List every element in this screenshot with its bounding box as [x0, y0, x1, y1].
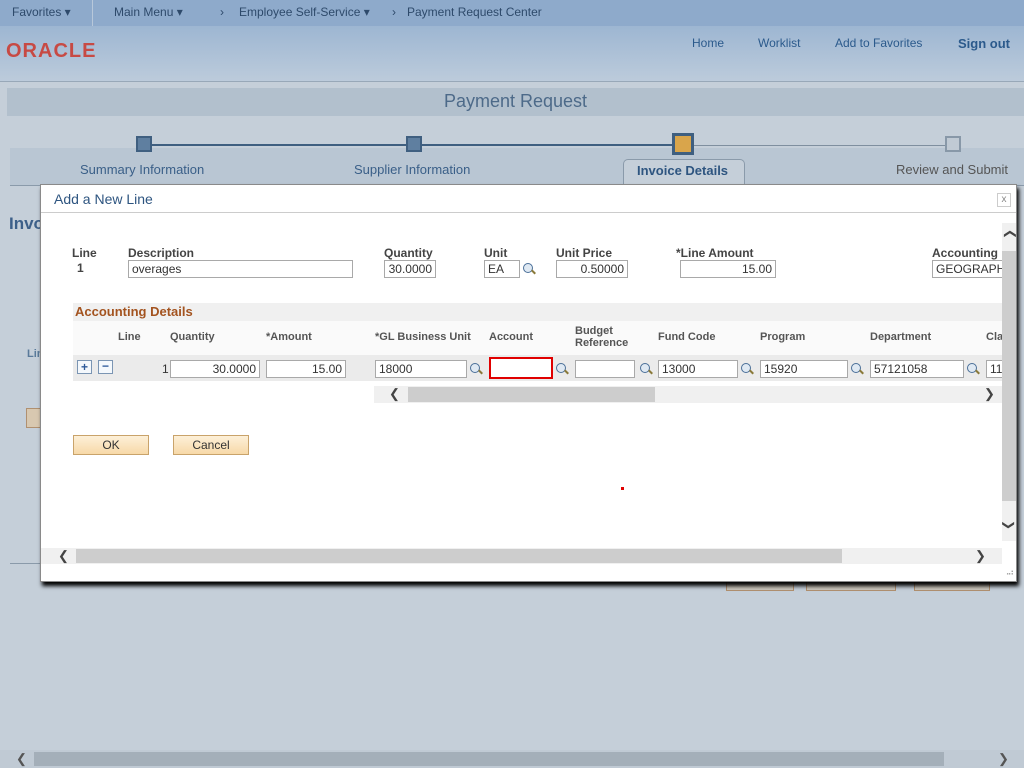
- col-line: Line: [118, 331, 141, 343]
- add-new-line-dialog: Add a New Line x Line 1 Description over…: [40, 184, 1017, 582]
- unit-lookup-icon[interactable]: [522, 262, 536, 276]
- col-budget: Budget: [575, 325, 613, 337]
- scroll-thumb[interactable]: [34, 752, 944, 766]
- unit-input[interactable]: EA: [484, 260, 520, 278]
- department-input[interactable]: 57121058: [870, 360, 964, 378]
- dialog-title: Add a New Line: [54, 191, 153, 207]
- bg-heading: Invo: [9, 214, 44, 233]
- breadcrumb-payment-center[interactable]: Payment Request Center: [407, 5, 542, 19]
- line-value: 1: [77, 261, 84, 275]
- dialog-titlebar[interactable]: Add a New Line x: [41, 185, 1016, 213]
- scroll-left-icon[interactable]: ❮: [16, 751, 27, 767]
- unit-price-label: Unit Price: [556, 246, 613, 260]
- quantity-input[interactable]: 30.0000: [384, 260, 436, 278]
- line-amount-input[interactable]: 15.00: [680, 260, 776, 278]
- fund-code-input[interactable]: 13000: [658, 360, 738, 378]
- delete-row-icon[interactable]: −: [98, 360, 113, 374]
- line-label: Line: [72, 246, 97, 260]
- main-menu[interactable]: Main Menu ▾: [114, 5, 183, 19]
- step-review[interactable]: Review and Submit: [896, 162, 1008, 177]
- gl-lookup-icon[interactable]: [469, 362, 483, 376]
- accounting-details-title: Accounting Details: [75, 304, 193, 319]
- scroll-thumb[interactable]: [76, 549, 842, 563]
- page-title: Payment Request: [7, 88, 1024, 116]
- ok-button[interactable]: OK: [73, 435, 149, 455]
- row-amount-input[interactable]: 15.00: [266, 360, 346, 378]
- breadcrumb-sep: ›: [220, 5, 224, 19]
- home-link[interactable]: Home: [692, 36, 724, 50]
- dialog-vscrollbar[interactable]: ❯ ❯: [1002, 223, 1016, 541]
- breadcrumb-ess[interactable]: Employee Self-Service ▾: [239, 5, 370, 19]
- col-budget-reference: Reference: [575, 337, 629, 349]
- col-program: Program: [760, 331, 806, 343]
- favorites-menu[interactable]: Favorites ▾: [12, 5, 71, 19]
- scroll-right-icon[interactable]: ❯: [984, 386, 995, 402]
- budget-lookup-icon[interactable]: [639, 362, 653, 376]
- program-lookup-icon[interactable]: [850, 362, 864, 376]
- step-review-marker[interactable]: [945, 136, 961, 152]
- scroll-thumb[interactable]: [1002, 251, 1016, 501]
- oracle-logo: ORACLE: [6, 40, 97, 62]
- breadcrumb-sep: ›: [392, 5, 396, 19]
- col-department: Department: [870, 331, 932, 343]
- budget-reference-input[interactable]: [575, 360, 635, 378]
- step-summary[interactable]: Summary Information: [80, 162, 204, 177]
- accounting-details-header: Accounting Details: [73, 303, 1003, 321]
- unit-price-input[interactable]: 0.50000: [556, 260, 628, 278]
- scroll-down-icon[interactable]: ❯: [1002, 520, 1016, 530]
- account-lookup-icon[interactable]: [555, 362, 569, 376]
- worklist-link[interactable]: Worklist: [758, 36, 800, 50]
- program-input[interactable]: 15920: [760, 360, 848, 378]
- col-quantity: Quantity: [170, 331, 215, 343]
- row-quantity-input[interactable]: 30.0000: [170, 360, 260, 378]
- scroll-thumb[interactable]: [408, 387, 655, 402]
- close-icon[interactable]: x: [997, 193, 1011, 207]
- col-account: Account: [489, 331, 533, 343]
- dialog-hscrollbar[interactable]: ❮ ❯: [41, 548, 1002, 564]
- row-line: 1: [162, 362, 169, 376]
- sign-out-link[interactable]: Sign out: [958, 36, 1010, 51]
- add-row-icon[interactable]: +: [77, 360, 92, 374]
- fund-lookup-icon[interactable]: [740, 362, 754, 376]
- step-supplier[interactable]: Supplier Information: [354, 162, 470, 177]
- step-supplier-marker[interactable]: [406, 136, 422, 152]
- step-summary-marker[interactable]: [136, 136, 152, 152]
- col-gl-business-unit: *GL Business Unit: [375, 331, 471, 343]
- top-nav: Favorites ▾ Main Menu ▾ › Employee Self-…: [0, 0, 1024, 26]
- quantity-label: Quantity: [384, 246, 433, 260]
- add-to-favorites-link[interactable]: Add to Favorites: [835, 36, 922, 50]
- account-input[interactable]: [489, 357, 553, 379]
- scroll-right-icon[interactable]: ❯: [998, 751, 1009, 767]
- grid-hscrollbar[interactable]: ❮ ❯: [374, 386, 1002, 403]
- col-class: Cla: [986, 331, 1004, 343]
- scroll-left-icon[interactable]: ❮: [58, 548, 69, 564]
- scroll-right-icon[interactable]: ❯: [975, 548, 986, 564]
- accounting-label: Accounting: [932, 246, 998, 260]
- scroll-left-icon[interactable]: ❮: [389, 386, 400, 402]
- department-lookup-icon[interactable]: [966, 362, 980, 376]
- line-amount-label: *Line Amount: [676, 246, 754, 260]
- page-hscrollbar[interactable]: ❮ ❯: [0, 750, 1024, 768]
- header: ORACLE Home Worklist Add to Favorites Si…: [0, 26, 1024, 82]
- scroll-up-icon[interactable]: ❯: [1002, 229, 1016, 239]
- step-invoice[interactable]: Invoice Details: [637, 163, 728, 178]
- col-amount: *Amount: [266, 331, 312, 343]
- col-fund-code: Fund Code: [658, 331, 716, 343]
- description-input[interactable]: overages: [128, 260, 353, 278]
- gl-business-unit-input[interactable]: 18000: [375, 360, 467, 378]
- description-label: Description: [128, 246, 195, 260]
- unit-label: Unit: [484, 246, 508, 260]
- resize-grip-icon[interactable]: ⠠⠴: [1003, 567, 1014, 578]
- step-invoice-marker[interactable]: [672, 133, 694, 155]
- accounting-select[interactable]: GEOGRAPHIC: [932, 260, 1012, 278]
- cancel-button[interactable]: Cancel: [173, 435, 249, 455]
